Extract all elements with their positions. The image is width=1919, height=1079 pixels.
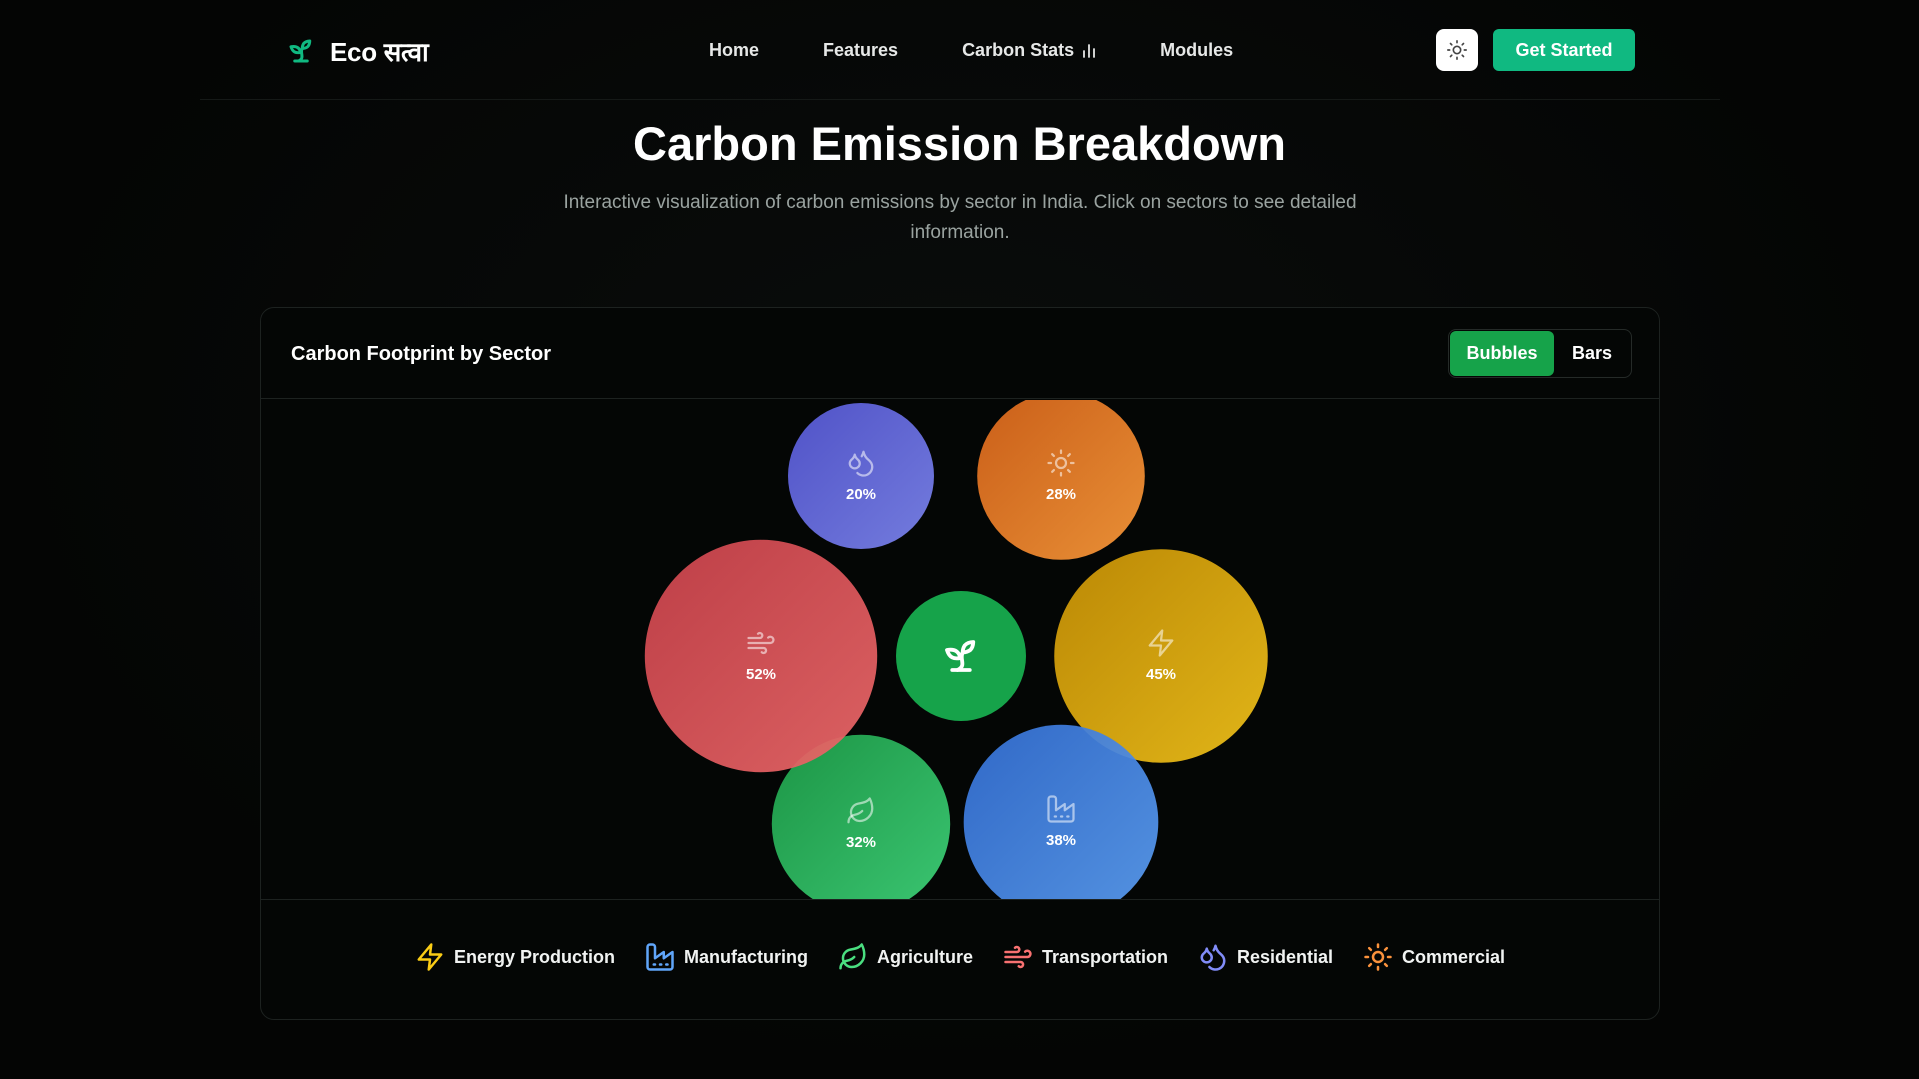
nav-link-carbon-stats[interactable]: Carbon Stats [962, 40, 1096, 61]
bubble-value-label: 45% [1146, 666, 1176, 683]
nav-link-carbon-stats-label: Carbon Stats [962, 40, 1075, 60]
nav-link-home[interactable]: Home [709, 40, 759, 61]
legend: Energy Production Manufacturing Agricultur… [261, 942, 1659, 972]
legend-item-residential[interactable]: Residential [1198, 942, 1333, 972]
legend-item-agriculture[interactable]: Agriculture [838, 942, 973, 972]
legend-label: Agriculture [876, 946, 973, 967]
droplets-icon [1200, 944, 1226, 971]
card-footer: Energy Production Manufacturing Agricultur… [261, 899, 1659, 1019]
bubble-residential[interactable]: 20% [788, 403, 934, 549]
page-subtitle: Interactive visualization of carbon emis… [563, 192, 1357, 243]
card-title: Carbon Footprint by Sector [291, 343, 551, 365]
get-started-button[interactable]: Get Started [1493, 29, 1635, 71]
bubble-chart-svg: 20% 28% 45% 38% 32% 52% [644, 400, 1268, 899]
bubble-value-label: 52% [746, 666, 776, 683]
bubble-transportation[interactable]: 52% [644, 539, 878, 773]
nav-links: Home Features Carbon Stats Modules [709, 40, 1233, 61]
bars-view-button[interactable]: Bars [1554, 331, 1630, 376]
brand-name: Eco सत्वा [330, 37, 429, 67]
sun-icon [1364, 943, 1392, 971]
bubbles-view-button[interactable]: Bubbles [1450, 331, 1554, 376]
bubble-value-label: 28% [1046, 486, 1076, 503]
legend-label: Manufacturing [683, 946, 808, 967]
center-hub [896, 591, 1026, 721]
legend-label: Transportation [1041, 946, 1168, 967]
page-title: Carbon Emission Breakdown [633, 117, 1286, 170]
bubble-value-label: 38% [1046, 832, 1076, 849]
bar-chart-icon [1083, 43, 1095, 58]
bubble-chart: 20% 28% 45% 38% 32% 52% [261, 400, 1659, 899]
nav-link-modules[interactable]: Modules [1160, 40, 1233, 61]
legend-item-energy-production[interactable]: Energy Production [415, 942, 615, 972]
legend-label: Residential [1236, 946, 1334, 967]
bubble-value-label: 32% [846, 834, 876, 851]
bubble-commercial[interactable]: 28% [977, 400, 1145, 560]
bubble-circle [977, 400, 1145, 560]
lightning-icon [417, 943, 443, 971]
legend-item-manufacturing[interactable]: Manufacturing [645, 942, 808, 972]
sun-icon [1447, 40, 1467, 60]
nav-link-features[interactable]: Features [823, 40, 898, 61]
chart-card: Carbon Footprint by Sector Bubbles Bars … [260, 307, 1660, 1020]
legend-item-transportation[interactable]: Transportation [1003, 942, 1168, 972]
card-header: Carbon Footprint by Sector Bubbles Bars [261, 308, 1659, 399]
navbar: Eco सत्वा Home Features Carbon Stats Mod… [200, 0, 1720, 100]
legend-label: Energy Production [453, 946, 615, 967]
leaf-icon [839, 943, 866, 970]
legend-item-commercial[interactable]: Commercial [1363, 942, 1505, 972]
sprout-icon [289, 39, 312, 63]
factory-icon [646, 943, 674, 971]
legend-label: Commercial [1402, 946, 1506, 967]
wind-icon [1004, 945, 1032, 969]
bubble-value-label: 20% [846, 486, 876, 503]
brand[interactable]: Eco सत्वा [286, 33, 429, 69]
theme-toggle-button[interactable] [1436, 29, 1478, 71]
view-toggle: Bubbles Bars [1448, 329, 1632, 378]
bubble-circle [644, 539, 878, 773]
page: Eco सत्वा Home Features Carbon Stats Mod… [0, 0, 1919, 1079]
